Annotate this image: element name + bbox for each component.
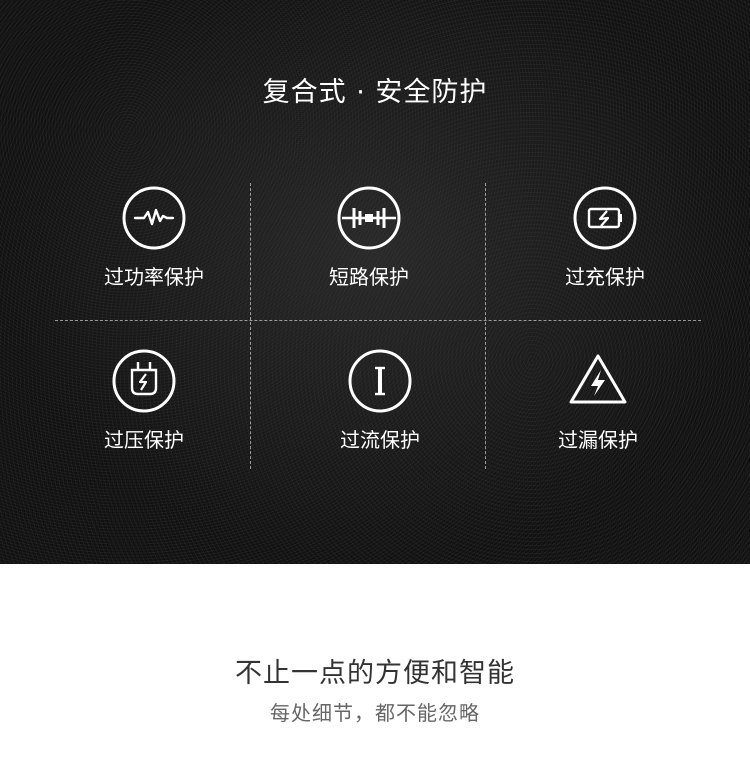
feature-label: 过充保护 [565,265,645,289]
feature-label: 过漏保护 [558,428,638,452]
warning-lightning-icon [569,354,627,404]
feature-overvoltage: 过压保护 [69,348,219,453]
section-headline: 不止一点的方便和智能 [235,658,515,689]
feature-overcurrent: 过流保护 [305,348,455,453]
overpower-pulse-icon [122,186,186,250]
plug-voltage-icon [112,349,176,413]
feature-label: 过功率保护 [104,265,204,289]
feature-label: 短路保护 [329,265,409,289]
protection-banner: 复合式 · 安全防护 过功率保护 短路保护 过充保护 过压保护 过流保护 过漏保… [0,0,750,564]
section-subheadline: 每处细节，都不能忽略 [270,701,480,725]
grid-divider-vertical-left [250,183,251,469]
feature-label: 过压保护 [104,428,184,452]
feature-overpower: 过功率保护 [79,185,229,290]
protection-grid: 过功率保护 短路保护 过充保护 过压保护 过流保护 过漏保护 [0,0,750,564]
feature-overcharge: 过充保护 [530,185,680,290]
battery-charge-icon [573,186,637,250]
grid-divider-vertical-right [485,183,486,469]
feature-short-circuit: 短路保护 [294,185,444,290]
feature-leakage: 过漏保护 [523,348,673,453]
current-bar-icon [348,349,412,413]
feature-label: 过流保护 [340,428,420,452]
short-circuit-icon [337,186,401,250]
grid-divider-horizontal [55,320,701,321]
